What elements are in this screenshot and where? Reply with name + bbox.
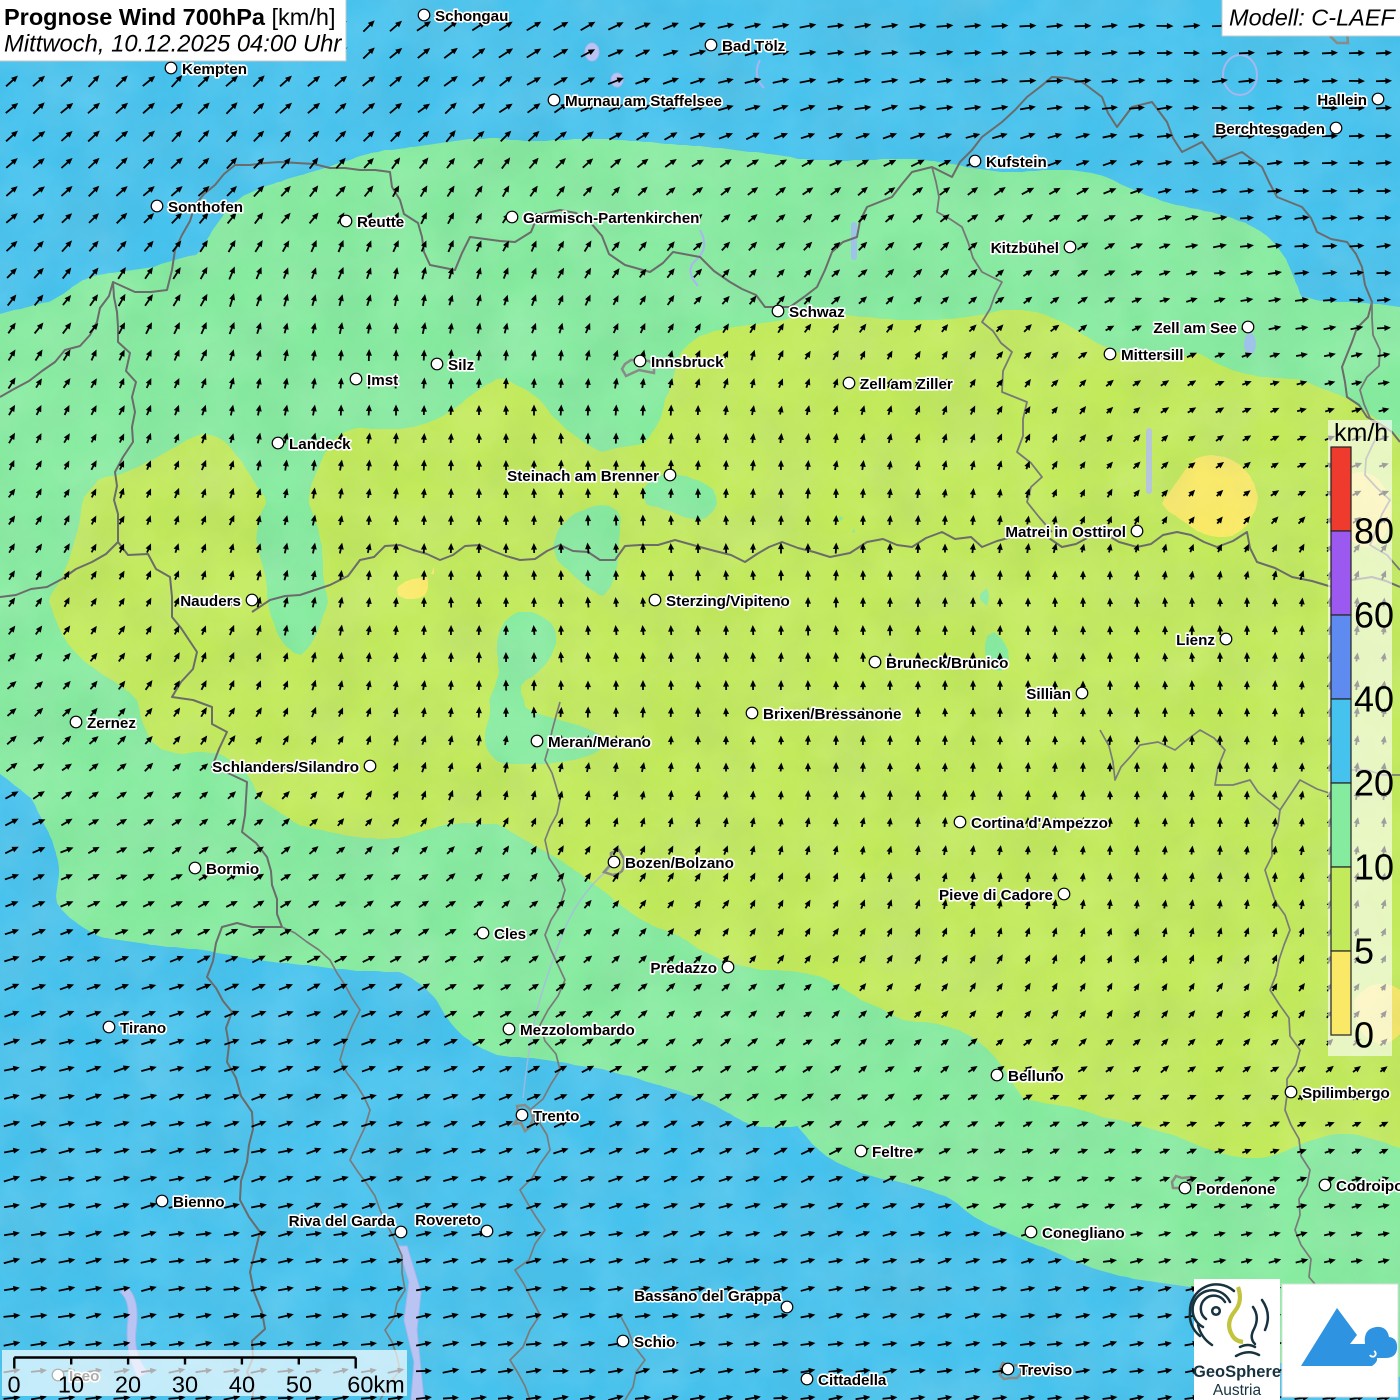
svg-text:GeoSphere: GeoSphere bbox=[1193, 1363, 1281, 1381]
svg-text:Nauders: Nauders bbox=[180, 593, 241, 610]
svg-text:Belluno: Belluno bbox=[1008, 1068, 1064, 1085]
svg-text:Tirano: Tirano bbox=[120, 1020, 166, 1037]
svg-text:20: 20 bbox=[115, 1372, 141, 1398]
svg-text:Brixen/Bressanone: Brixen/Bressanone bbox=[763, 706, 901, 723]
svg-text:Schio: Schio bbox=[634, 1334, 675, 1351]
svg-text:Schwaz: Schwaz bbox=[789, 304, 845, 321]
svg-text:60: 60 bbox=[1354, 595, 1394, 636]
svg-text:Innsbruck: Innsbruck bbox=[651, 354, 724, 371]
svg-text:Lienz: Lienz bbox=[1176, 632, 1215, 649]
svg-text:10: 10 bbox=[58, 1372, 84, 1398]
svg-text:Schongau: Schongau bbox=[435, 8, 508, 25]
svg-text:Silz: Silz bbox=[448, 357, 475, 374]
svg-text:Codroipo: Codroipo bbox=[1336, 1178, 1400, 1195]
svg-text:Riva del Garda: Riva del Garda bbox=[289, 1213, 396, 1230]
svg-text:Mittersill: Mittersill bbox=[1121, 347, 1183, 364]
svg-text:Bienno: Bienno bbox=[173, 1194, 224, 1211]
svg-text:Kitzbühel: Kitzbühel bbox=[991, 240, 1059, 257]
svg-text:Steinach am Brenner: Steinach am Brenner bbox=[507, 468, 659, 485]
svg-text:Trento: Trento bbox=[533, 1108, 579, 1125]
svg-text:Reutte: Reutte bbox=[357, 214, 404, 231]
svg-text:Garmisch-Partenkirchen: Garmisch-Partenkirchen bbox=[523, 210, 699, 227]
svg-text:Zell am See: Zell am See bbox=[1153, 320, 1237, 337]
svg-text:0: 0 bbox=[1354, 1015, 1374, 1056]
svg-text:Rovereto: Rovereto bbox=[415, 1212, 481, 1229]
svg-text:30: 30 bbox=[172, 1372, 198, 1398]
svg-text:Treviso: Treviso bbox=[1019, 1362, 1072, 1379]
svg-text:Sterzing/Vipiteno: Sterzing/Vipiteno bbox=[666, 593, 790, 610]
svg-text:40: 40 bbox=[229, 1372, 255, 1398]
svg-text:Bad Tölz: Bad Tölz bbox=[722, 38, 786, 55]
svg-text:Predazzo: Predazzo bbox=[650, 960, 717, 977]
svg-text:Feltre: Feltre bbox=[872, 1144, 913, 1161]
svg-text:5: 5 bbox=[1354, 931, 1374, 972]
svg-text:Landeck: Landeck bbox=[289, 436, 351, 453]
svg-text:10: 10 bbox=[1354, 847, 1394, 888]
svg-text:50: 50 bbox=[286, 1372, 312, 1398]
svg-text:Spilimbergo: Spilimbergo bbox=[1302, 1085, 1390, 1102]
svg-text:Bormio: Bormio bbox=[206, 861, 259, 878]
svg-text:Schlanders/Silandro: Schlanders/Silandro bbox=[212, 759, 359, 776]
svg-text:Pieve di Cadore: Pieve di Cadore bbox=[939, 887, 1053, 904]
svg-text:Bruneck/Brunico: Bruneck/Brunico bbox=[886, 655, 1008, 672]
svg-text:0: 0 bbox=[7, 1372, 20, 1398]
svg-text:Berchtesgaden: Berchtesgaden bbox=[1215, 121, 1325, 138]
svg-text:Cles: Cles bbox=[494, 926, 526, 943]
svg-text:40: 40 bbox=[1354, 679, 1394, 720]
svg-text:Matrei in Osttirol: Matrei in Osttirol bbox=[1005, 524, 1126, 541]
svg-text:Meran/Merano: Meran/Merano bbox=[548, 734, 651, 751]
svg-text:Mittwoch, 10.12.2025 04:00 Uhr: Mittwoch, 10.12.2025 04:00 Uhr bbox=[4, 31, 342, 58]
svg-text:Imst: Imst bbox=[367, 372, 398, 389]
svg-text:Cittadella: Cittadella bbox=[818, 1372, 887, 1389]
svg-text:Murnau am Staffelsee: Murnau am Staffelsee bbox=[565, 93, 722, 110]
svg-text:km/h: km/h bbox=[1334, 419, 1388, 447]
svg-text:80: 80 bbox=[1354, 511, 1394, 552]
svg-text:Zernez: Zernez bbox=[87, 715, 136, 732]
svg-text:Kempten: Kempten bbox=[182, 61, 247, 78]
svg-text:Bassano del Grappa: Bassano del Grappa bbox=[634, 1288, 781, 1305]
svg-text:20: 20 bbox=[1354, 763, 1394, 804]
svg-text:Bozen/Bolzano: Bozen/Bolzano bbox=[625, 855, 734, 872]
svg-text:Sillian: Sillian bbox=[1026, 686, 1071, 703]
svg-text:Cortina d'Ampezzo: Cortina d'Ampezzo bbox=[971, 815, 1108, 832]
svg-text:Hallein: Hallein bbox=[1317, 92, 1367, 109]
svg-text:Conegliano: Conegliano bbox=[1042, 1225, 1125, 1242]
svg-text:Prognose Wind 700hPa [km/h]: Prognose Wind 700hPa [km/h] bbox=[4, 4, 335, 30]
svg-text:Pordenone: Pordenone bbox=[1196, 1181, 1275, 1198]
svg-text:Modell: C-LAEF: Modell: C-LAEF bbox=[1229, 5, 1396, 31]
svg-text:Austria: Austria bbox=[1213, 1382, 1262, 1399]
svg-text:Kufstein: Kufstein bbox=[986, 154, 1047, 171]
svg-text:Mezzolombardo: Mezzolombardo bbox=[520, 1022, 635, 1039]
svg-text:Zell am Ziller: Zell am Ziller bbox=[860, 376, 953, 393]
svg-text:Sonthofen: Sonthofen bbox=[168, 199, 243, 216]
svg-text:60km: 60km bbox=[347, 1372, 404, 1398]
